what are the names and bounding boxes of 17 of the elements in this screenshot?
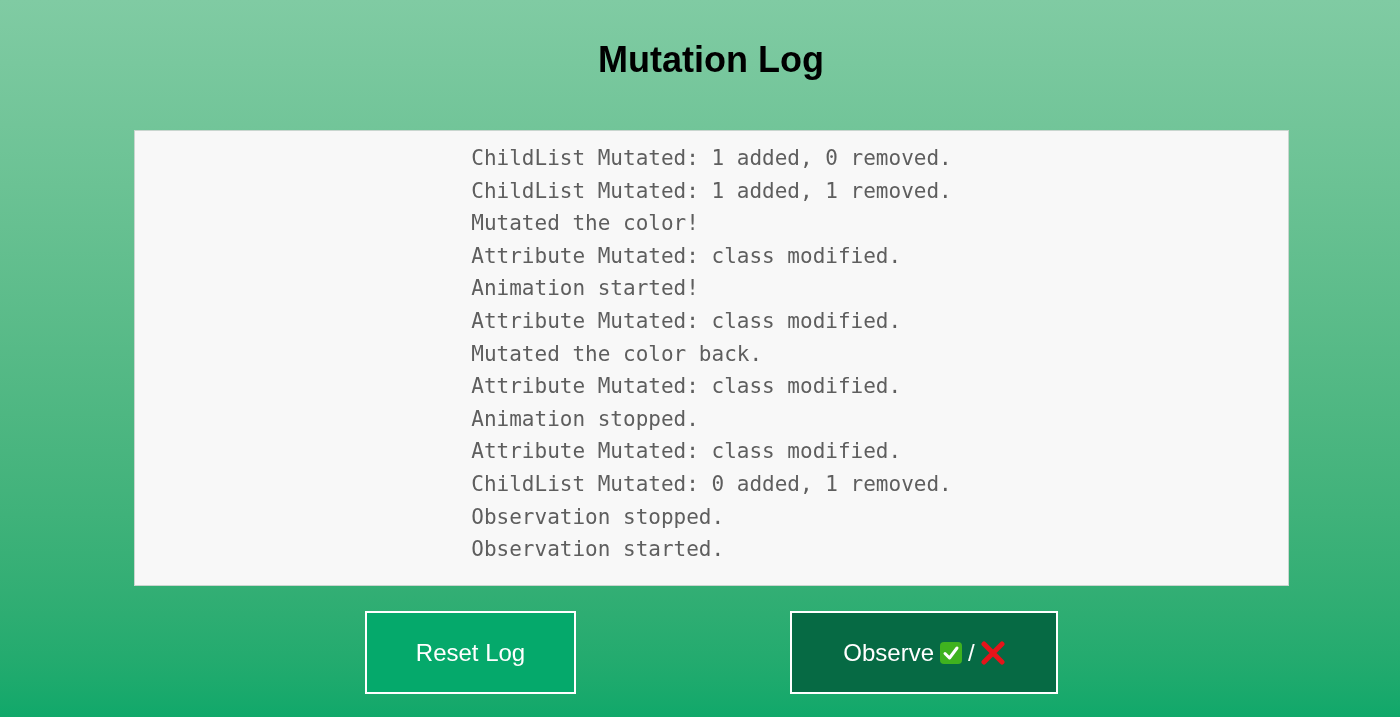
log-line: Attribute Mutated: class modified. (471, 373, 903, 401)
log-line: Attribute Mutated: class modified. (471, 307, 903, 335)
log-line: Mutated the color! (471, 210, 700, 238)
log-line: Mutated the color back. (471, 340, 764, 368)
log-line: Attribute Mutated: class modified. (471, 438, 903, 466)
log-line: Attribute Mutated: class modified. (471, 242, 903, 270)
observe-button[interactable]: Observe / (790, 611, 1058, 694)
log-line: Observation stopped. (471, 503, 726, 531)
page-title: Mutation Log (598, 38, 824, 82)
log-line: Animation stopped. (471, 405, 700, 433)
log-line: Animation started! (471, 275, 700, 303)
log-line: ChildList Mutated: 1 added, 1 removed. (471, 177, 952, 205)
log-line: Observation started. (471, 536, 726, 564)
log-line: ChildList Mutated: 0 added, 1 removed. (471, 470, 952, 498)
log-line: ChildList Mutated: 1 added, 0 removed. (471, 145, 952, 172)
check-mark-icon (940, 641, 962, 664)
cross-mark-icon (980, 640, 1005, 665)
